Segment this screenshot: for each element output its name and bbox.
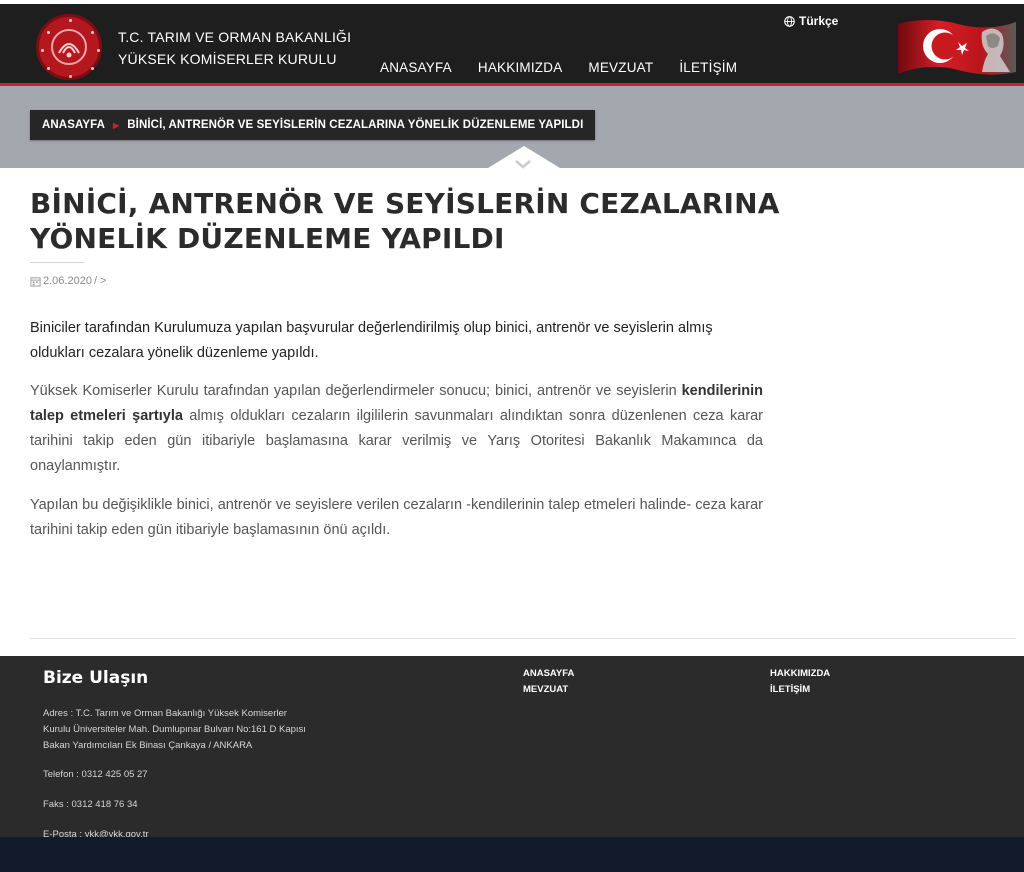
turkish-flag-banner	[898, 16, 1016, 78]
logo-emblem	[51, 29, 87, 65]
nav-home[interactable]: ANASAYFA	[380, 60, 452, 75]
calendar-icon	[30, 276, 41, 287]
logo-star	[91, 31, 94, 34]
footer-fax: Faks : 0312 418 76 34	[43, 799, 138, 810]
organization-title[interactable]: T.C. TARIM VE ORMAN BAKANLIĞI YÜKSEK KOM…	[118, 26, 351, 70]
footer-link-contact[interactable]: İLETİŞİM	[770, 684, 810, 695]
nav-about[interactable]: HAKKIMIZDA	[478, 60, 563, 75]
logo-star	[41, 49, 44, 52]
article-meta-suffix: / >	[93, 275, 107, 287]
bottom-bar	[0, 837, 1024, 872]
nav-contact[interactable]: İLETİŞİM	[679, 60, 737, 75]
caret-right-icon: ▶	[113, 120, 120, 130]
logo-star	[91, 67, 94, 70]
page-root: T.C. TARIM VE ORMAN BAKANLIĞI YÜKSEK KOM…	[0, 0, 1024, 872]
flag-image	[898, 20, 1016, 75]
org-title-line1: T.C. TARIM VE ORMAN BAKANLIĞI	[118, 29, 352, 45]
org-title-line2: YÜKSEK KOMİSERLER KURULU	[118, 51, 337, 67]
footer-link-about[interactable]: HAKKIMIZDA	[770, 668, 830, 679]
chevron-down-icon	[515, 160, 531, 169]
ministry-logo[interactable]	[36, 14, 102, 80]
logo-star	[69, 19, 72, 22]
paragraph-2-text-start: Yüksek Komiserler Kurulu tarafından yapı…	[30, 383, 682, 399]
logo-star	[47, 67, 50, 70]
breadcrumb-current: BİNİCİ, ANTRENÖR VE SEYİSLERİN CEZALARIN…	[127, 119, 584, 131]
breadcrumb: ANASAYFA ▶ BİNİCİ, ANTRENÖR VE SEYİSLERİ…	[30, 110, 596, 140]
logo-star	[47, 31, 50, 34]
article-meta: 2.06.2020 / >	[30, 275, 106, 287]
content-divider	[30, 638, 1016, 639]
footer-link-home[interactable]: ANASAYFA	[523, 668, 574, 679]
breadcrumb-home[interactable]: ANASAYFA	[42, 119, 105, 131]
site-header: T.C. TARIM VE ORMAN BAKANLIĞI YÜKSEK KOM…	[0, 0, 1024, 86]
logo-star	[69, 75, 72, 78]
breadcrumb-band: ANASAYFA ▶ BİNİCİ, ANTRENÖR VE SEYİSLERİ…	[0, 86, 1024, 169]
article-paragraph-1: Biniciler tarafından Kurulumuza yapılan …	[30, 320, 713, 361]
globe-icon	[784, 15, 795, 27]
article-date: 2.06.2020	[43, 275, 92, 287]
wheat-emblem-icon	[58, 43, 80, 58]
article-paragraph-3: Yapılan bu değişiklikle binici, antrenör…	[30, 497, 763, 538]
language-label: Türkçe	[799, 14, 839, 28]
main-nav: ANASAYFA HAKKIMIZDA MEVZUAT İLETİŞİM	[380, 60, 737, 75]
article-title: BİNİCİ, ANTRENÖR VE SEYİSLERİN CEZALARIN…	[30, 187, 780, 255]
footer-contact-title: Bize Ulaşın	[43, 668, 149, 688]
footer-address: Adres : T.C. Tarım ve Orman Bakanlığı Yü…	[43, 708, 306, 751]
nav-legislation[interactable]: MEVZUAT	[588, 60, 653, 75]
language-selector[interactable]: Türkçe	[784, 14, 838, 28]
footer-link-legislation[interactable]: MEVZUAT	[523, 684, 568, 695]
footer-phone: Telefon : 0312 425 05 27	[43, 769, 148, 780]
logo-star	[97, 49, 100, 52]
title-divider	[30, 262, 84, 263]
article-paragraph-2: Yüksek Komiserler Kurulu tarafından yapı…	[30, 379, 763, 479]
